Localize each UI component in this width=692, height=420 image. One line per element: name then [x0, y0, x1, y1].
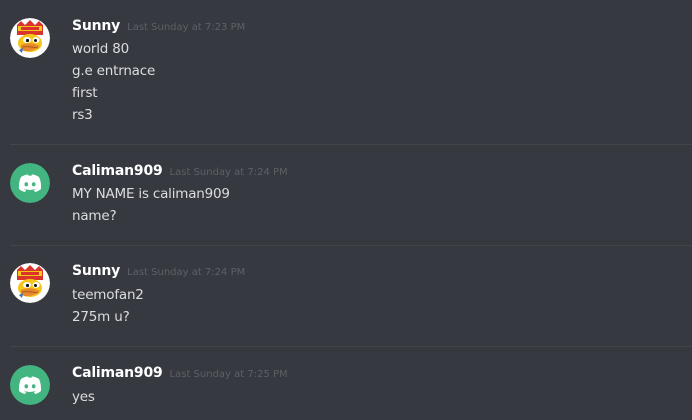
- username[interactable]: Sunny: [72, 18, 120, 34]
- message-header: Caliman909 Last Sunday at 7:25 PM: [72, 365, 288, 385]
- username[interactable]: Caliman909: [72, 365, 163, 381]
- discord-default-avatar-icon[interactable]: [10, 365, 50, 405]
- message-text: rs3: [72, 107, 93, 123]
- message-text: name?: [72, 208, 117, 224]
- username[interactable]: Caliman909: [72, 163, 163, 179]
- message-text: g.e entrnace: [72, 63, 156, 79]
- timestamp: Last Sunday at 7:24 PM: [127, 267, 246, 278]
- message-divider: [10, 245, 692, 246]
- message-text: teemofan2: [72, 287, 144, 303]
- message-header: Sunny Last Sunday at 7:24 PM: [72, 263, 245, 283]
- message-text: first: [72, 85, 98, 101]
- timestamp: Last Sunday at 7:25 PM: [169, 369, 288, 380]
- discord-default-avatar-icon[interactable]: [10, 163, 50, 203]
- timestamp: Last Sunday at 7:24 PM: [169, 167, 288, 178]
- message-divider: [10, 144, 692, 145]
- timestamp: Last Sunday at 7:23 PM: [127, 22, 246, 33]
- message-text: yes: [72, 389, 95, 405]
- chat-message-list: Sunny Last Sunday at 7:23 PM world 80 g.…: [0, 0, 692, 420]
- message-text: MY NAME is caliman909: [72, 186, 230, 202]
- message-divider: [10, 346, 692, 347]
- username[interactable]: Sunny: [72, 263, 120, 279]
- duck-avatar-icon[interactable]: [10, 263, 50, 303]
- duck-avatar-icon[interactable]: [10, 18, 50, 58]
- message-header: Sunny Last Sunday at 7:23 PM: [72, 18, 245, 38]
- message-text: world 80: [72, 41, 130, 57]
- message-header: Caliman909 Last Sunday at 7:24 PM: [72, 163, 288, 183]
- message-text: 275m u?: [72, 309, 130, 325]
